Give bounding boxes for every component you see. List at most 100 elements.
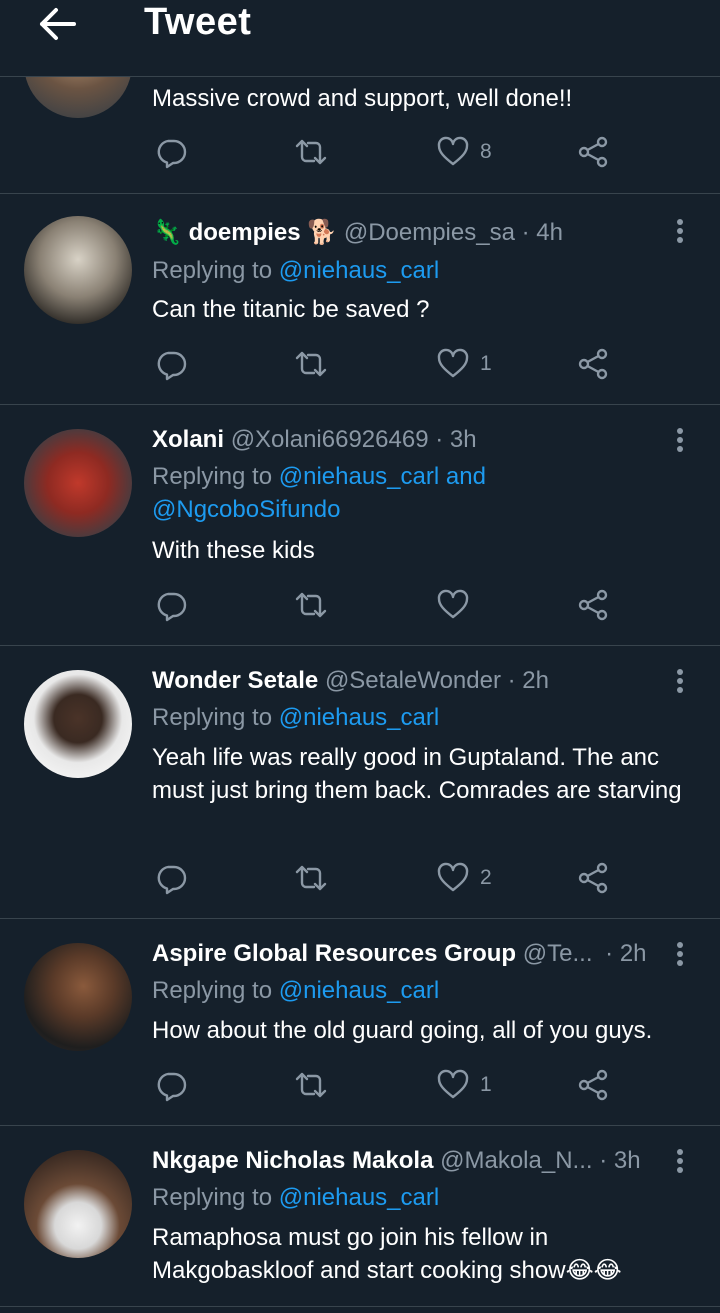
reply-button[interactable] — [154, 1065, 188, 1105]
tweet-text: Massive crowd and support, well done!! — [152, 85, 573, 112]
reply-button[interactable] — [154, 344, 188, 384]
timestamp[interactable]: 2h — [522, 667, 549, 694]
share-button[interactable] — [576, 344, 610, 384]
tweet-actions: 2 — [152, 858, 622, 898]
separator-dot: · — [605, 940, 614, 967]
mention-link[interactable]: @niehaus_carl — [279, 463, 439, 490]
reply-icon — [157, 592, 187, 622]
timestamp[interactable]: 4h — [536, 219, 563, 246]
retweet-button[interactable] — [294, 858, 328, 898]
like-count: 1 — [480, 1073, 492, 1096]
tweet-actions — [152, 585, 622, 625]
avatar[interactable] — [24, 943, 132, 1051]
retweet-icon — [295, 1072, 327, 1098]
tweet-text: Yeah life was really good in Guptaland. … — [152, 744, 682, 804]
reply-icon — [157, 865, 187, 895]
author-handle[interactable]: @Makola_N... — [440, 1147, 592, 1174]
avatar[interactable] — [24, 429, 132, 537]
page-title: Tweet — [144, 1, 252, 43]
mention-link[interactable]: @niehaus_carl — [279, 257, 439, 284]
author-name[interactable]: doempies — [189, 219, 301, 246]
tweet-text: Ramaphosa must go join his fellow in Mak… — [152, 1224, 622, 1284]
mention-link[interactable]: @NgcoboSifundo — [152, 496, 340, 523]
author-line: Wonder Setale @SetaleWonder · 2h — [152, 666, 549, 696]
share-button[interactable] — [576, 1065, 610, 1105]
timestamp[interactable]: 2h — [620, 940, 647, 967]
reply-button[interactable] — [154, 858, 188, 898]
replying-to: Replying to @niehaus_carl — [152, 701, 692, 734]
author-handle[interactable]: @SetaleWonder — [325, 667, 501, 694]
more-options-icon[interactable] — [670, 1146, 690, 1176]
share-button[interactable] — [576, 858, 610, 898]
retweet-button[interactable] — [294, 1065, 328, 1105]
tweet-actions: 1 — [152, 1065, 622, 1105]
heart-icon — [437, 589, 469, 619]
like-button[interactable] — [436, 585, 480, 625]
name-suffix-emoji: 🐕 — [307, 219, 338, 246]
retweet-button[interactable] — [294, 344, 328, 384]
like-count: 2 — [480, 866, 492, 889]
reply-button[interactable] — [154, 585, 188, 625]
author-line: Aspire Global Resources Group @Te... · 2… — [152, 939, 647, 969]
retweet-button[interactable] — [294, 585, 328, 625]
heart-icon — [437, 348, 469, 378]
replying-to: Replying to @niehaus_carl — [152, 254, 692, 287]
timestamp[interactable]: 3h — [450, 426, 477, 453]
reply-tweet[interactable]: Aspire Global Resources Group @Te... · 2… — [0, 919, 720, 1126]
retweet-button[interactable] — [294, 132, 328, 172]
timestamp[interactable]: 3h — [614, 1147, 641, 1174]
separator-dot: · — [507, 667, 516, 694]
retweet-icon — [295, 865, 327, 891]
tweet-text: Can the titanic be saved ? — [152, 296, 430, 323]
more-options-icon[interactable] — [670, 425, 690, 455]
tweet-text: With these kids — [152, 537, 315, 564]
mention-link[interactable]: @niehaus_carl — [279, 977, 439, 1004]
like-count: 1 — [480, 352, 492, 375]
reply-tweet[interactable]: Wonder Setale @SetaleWonder · 2h Replyin… — [0, 646, 720, 919]
share-icon — [578, 589, 608, 621]
avatar[interactable] — [24, 670, 132, 778]
reply-tweet[interactable]: 🦎 doempies 🐕 @Doempies_sa · 4h Replying … — [0, 194, 720, 405]
reply-icon — [157, 1072, 187, 1102]
name-prefix-emoji: 🦎 — [152, 219, 182, 246]
like-button[interactable]: 1 — [436, 1065, 492, 1105]
replying-label: Replying to — [152, 977, 273, 1004]
retweet-icon — [295, 139, 327, 165]
tweet-actions: 8 — [152, 132, 622, 172]
more-options-icon[interactable] — [670, 666, 690, 696]
author-name[interactable]: Xolani — [152, 426, 224, 453]
mention-conjunction: and — [445, 463, 486, 490]
reply-icon — [157, 139, 187, 169]
replying-label: Replying to — [152, 704, 273, 731]
author-handle[interactable]: @Xolani66926469 — [231, 426, 429, 453]
author-handle[interactable]: @Doempies_sa — [344, 219, 515, 246]
like-button[interactable]: 8 — [436, 132, 492, 172]
mention-link[interactable]: @niehaus_carl — [279, 1184, 439, 1211]
share-button[interactable] — [576, 132, 610, 172]
like-button[interactable]: 1 — [436, 344, 492, 384]
tweet-actions: 1 — [152, 344, 622, 384]
like-button[interactable]: 2 — [436, 858, 492, 898]
avatar[interactable] — [24, 1150, 132, 1258]
replying-label: Replying to — [152, 1184, 273, 1211]
author-handle[interactable]: @Te... — [523, 940, 593, 967]
author-name[interactable]: Nkgape Nicholas Makola — [152, 1147, 433, 1174]
replying-to: Replying to @niehaus_carl — [152, 974, 692, 1007]
avatar[interactable] — [24, 216, 132, 324]
share-icon — [578, 136, 608, 168]
more-options-icon[interactable] — [670, 216, 690, 246]
author-name[interactable]: Aspire Global Resources Group — [152, 940, 516, 967]
reply-icon — [157, 351, 187, 381]
author-line: 🦎 doempies 🐕 @Doempies_sa · 4h — [152, 218, 563, 248]
retweet-icon — [295, 592, 327, 618]
share-button[interactable] — [576, 585, 610, 625]
author-name[interactable]: Wonder Setale — [152, 667, 318, 694]
more-options-icon[interactable] — [670, 939, 690, 969]
reply-tweet[interactable]: Nkgape Nicholas Makola @Makola_N... · 3h… — [0, 1126, 720, 1307]
reply-tweet[interactable]: Xolani @Xolani66926469 · 3h Replying to … — [0, 405, 720, 646]
back-arrow-icon[interactable] — [34, 4, 78, 44]
mention-link[interactable]: @niehaus_carl — [279, 704, 439, 731]
reply-button[interactable] — [154, 132, 188, 172]
separator-dot: · — [521, 219, 530, 246]
replying-to: Replying to @niehaus_carl — [152, 1181, 692, 1214]
